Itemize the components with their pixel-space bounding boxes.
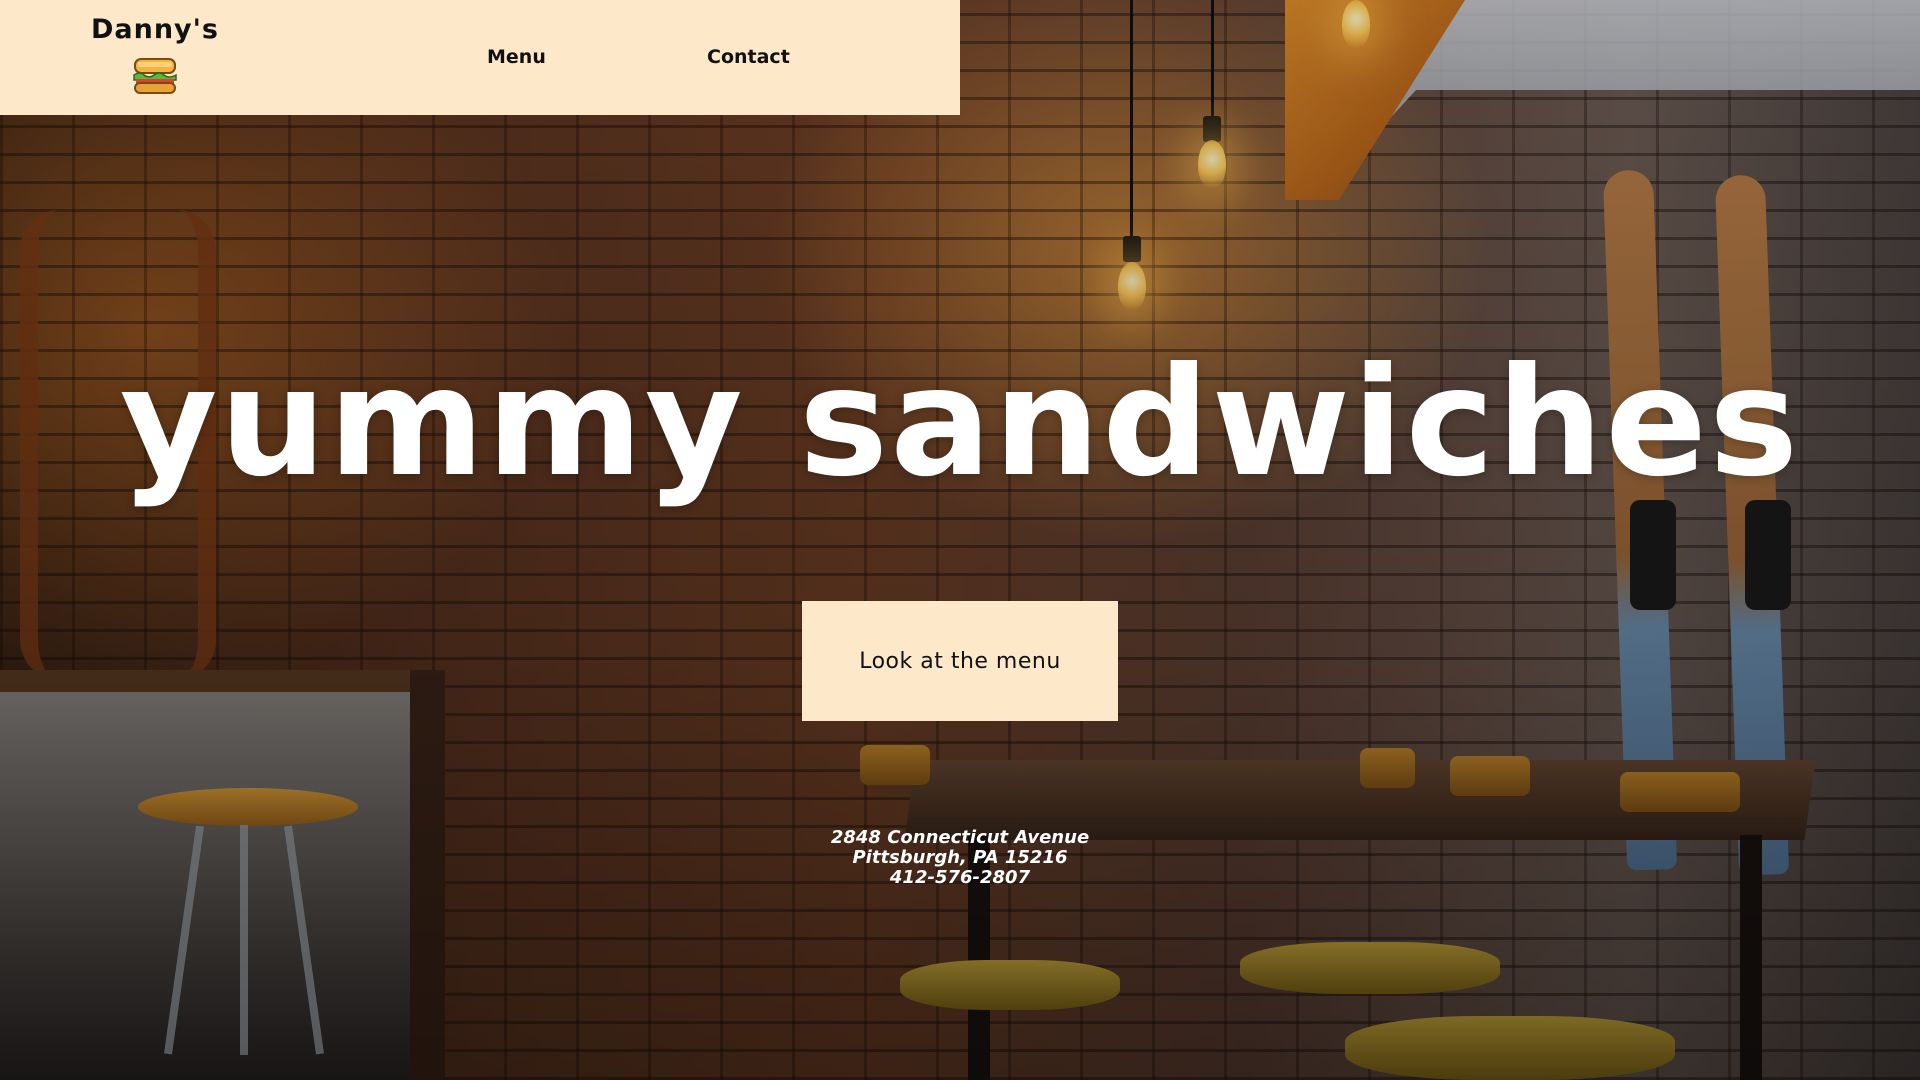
nav-menu-link[interactable]: Menu bbox=[487, 46, 546, 68]
view-menu-button[interactable]: Look at the menu bbox=[802, 601, 1118, 721]
hero-title: yummy sandwiches bbox=[119, 336, 1801, 510]
address-street: 2848 Connecticut Avenue bbox=[830, 827, 1090, 848]
address-city: Pittsburgh, PA 15216 bbox=[852, 847, 1068, 868]
sandwich-icon[interactable] bbox=[132, 55, 178, 95]
brand-name[interactable]: Danny's bbox=[89, 14, 221, 45]
page: Danny's Menu Contact yummy sandwiches Lo… bbox=[0, 0, 1920, 1080]
address-block: 2848 Connecticut Avenue Pittsburgh, PA 1… bbox=[0, 828, 1920, 888]
site-header: Danny's Menu Contact bbox=[0, 0, 960, 115]
nav-contact-link[interactable]: Contact bbox=[707, 46, 790, 68]
phone-number: 412-576-2807 bbox=[889, 867, 1031, 888]
hero-background-image bbox=[0, 0, 1920, 1080]
